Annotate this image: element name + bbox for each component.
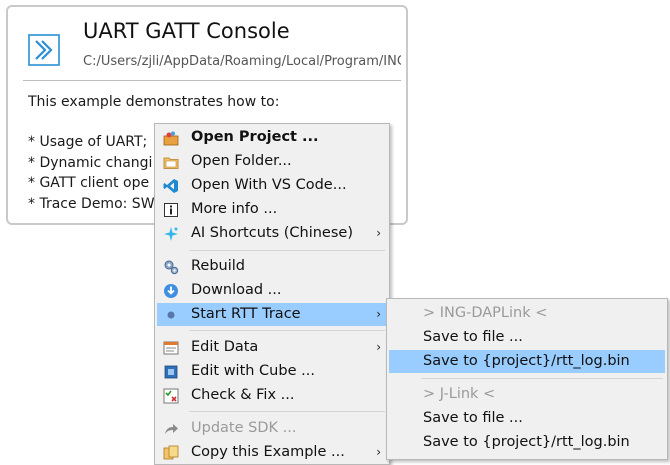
- menu-item-rebuild[interactable]: Rebuild: [157, 255, 387, 278]
- vscode-icon: [163, 179, 178, 193]
- menu-item-label: Open Folder...: [191, 153, 292, 169]
- menu-item-label: Start RTT Trace: [191, 306, 301, 322]
- menu-item-label: Edit Data: [191, 339, 259, 355]
- rtt-trace-submenu: > ING-DAPLink < Save to file ... Save to…: [386, 298, 668, 460]
- cube-icon: [164, 365, 178, 379]
- menu-separator: [189, 250, 385, 251]
- copy-icon: [163, 445, 179, 460]
- submenu-arrow-icon: ›: [376, 307, 381, 321]
- submenu-item-label: Save to file ...: [423, 329, 523, 345]
- menu-item-label: Rebuild: [191, 258, 245, 274]
- ai-icon: [164, 227, 178, 241]
- edit-data-icon: [163, 341, 179, 355]
- dot-icon: [167, 311, 175, 319]
- check-fix-icon: [163, 388, 179, 404]
- menu-item-label: Open Project ...: [191, 129, 319, 145]
- menu-item-label: Open With VS Code...: [191, 177, 347, 193]
- download-icon: [164, 284, 178, 298]
- submenu-item-save-to-file[interactable]: Save to file ...: [389, 326, 665, 349]
- example-title: UART GATT Console: [83, 19, 290, 43]
- menu-item-label: Update SDK ...: [191, 420, 297, 436]
- menu-item-download[interactable]: Download ...: [157, 279, 387, 302]
- menu-item-label: Edit with Cube ...: [191, 363, 315, 379]
- submenu-header-ing-daplink: > ING-DAPLink <: [389, 302, 665, 325]
- submenu-item-save-to-file[interactable]: Save to file ...: [389, 407, 665, 430]
- submenu-item-label: > J-Link <: [423, 386, 496, 402]
- submenu-separator: [421, 378, 663, 379]
- submenu-item-label: Save to {project}/rtt_log.bin: [423, 353, 630, 369]
- submenu-item-label: Save to file ...: [423, 410, 523, 426]
- share-icon: [165, 424, 178, 434]
- menu-item-label: Check & Fix ...: [191, 387, 295, 403]
- example-path: C:/Users/zjli/AppData/Roaming/Local/Prog…: [83, 54, 401, 69]
- menu-item-ai-shortcuts[interactable]: AI Shortcuts (Chinese) ›: [157, 222, 387, 245]
- info-icon: [164, 203, 178, 217]
- menu-separator: [189, 411, 385, 412]
- menu-item-more-info[interactable]: More info ...: [157, 198, 387, 221]
- menu-item-label: Download ...: [191, 282, 282, 298]
- menu-separator: [189, 330, 385, 331]
- menu-item-edit-data[interactable]: Edit Data ›: [157, 336, 387, 359]
- open-project-icon: [163, 131, 179, 146]
- menu-item-label: More info ...: [191, 201, 278, 217]
- menu-item-label: AI Shortcuts (Chinese): [191, 225, 353, 241]
- menu-item-label: Copy this Example ...: [191, 444, 345, 460]
- submenu-item-label: > ING-DAPLink <: [423, 305, 548, 321]
- submenu-item-save-to-project[interactable]: Save to {project}/rtt_log.bin: [389, 350, 665, 373]
- submenu-arrow-icon: ›: [376, 226, 381, 240]
- submenu-header-jlink: > J-Link <: [389, 383, 665, 406]
- submenu-item-save-to-project[interactable]: Save to {project}/rtt_log.bin: [389, 431, 665, 454]
- gears-icon: [164, 260, 179, 275]
- folder-icon: [163, 157, 179, 169]
- menu-item-copy-example[interactable]: Copy this Example ... ›: [157, 441, 387, 464]
- card-divider: [23, 80, 401, 81]
- submenu-arrow-icon: ›: [376, 340, 381, 354]
- menu-item-start-rtt-trace[interactable]: Start RTT Trace ›: [157, 303, 387, 326]
- menu-item-open-folder[interactable]: Open Folder...: [157, 150, 387, 173]
- menu-item-open-vscode[interactable]: Open With VS Code...: [157, 174, 387, 197]
- menu-item-check-fix[interactable]: Check & Fix ...: [157, 384, 387, 407]
- menu-item-edit-with-cube[interactable]: Edit with Cube ...: [157, 360, 387, 383]
- ingchips-logo-icon: [28, 34, 60, 66]
- submenu-arrow-icon: ›: [376, 445, 381, 459]
- menu-item-open-project[interactable]: Open Project ...: [157, 126, 387, 149]
- context-menu: Open Project ... Open Folder... Open Wit…: [154, 123, 390, 465]
- submenu-item-label: Save to {project}/rtt_log.bin: [423, 434, 630, 450]
- example-description: This example demonstrates how to:: [28, 94, 280, 110]
- menu-item-update-sdk[interactable]: Update SDK ...: [157, 417, 387, 440]
